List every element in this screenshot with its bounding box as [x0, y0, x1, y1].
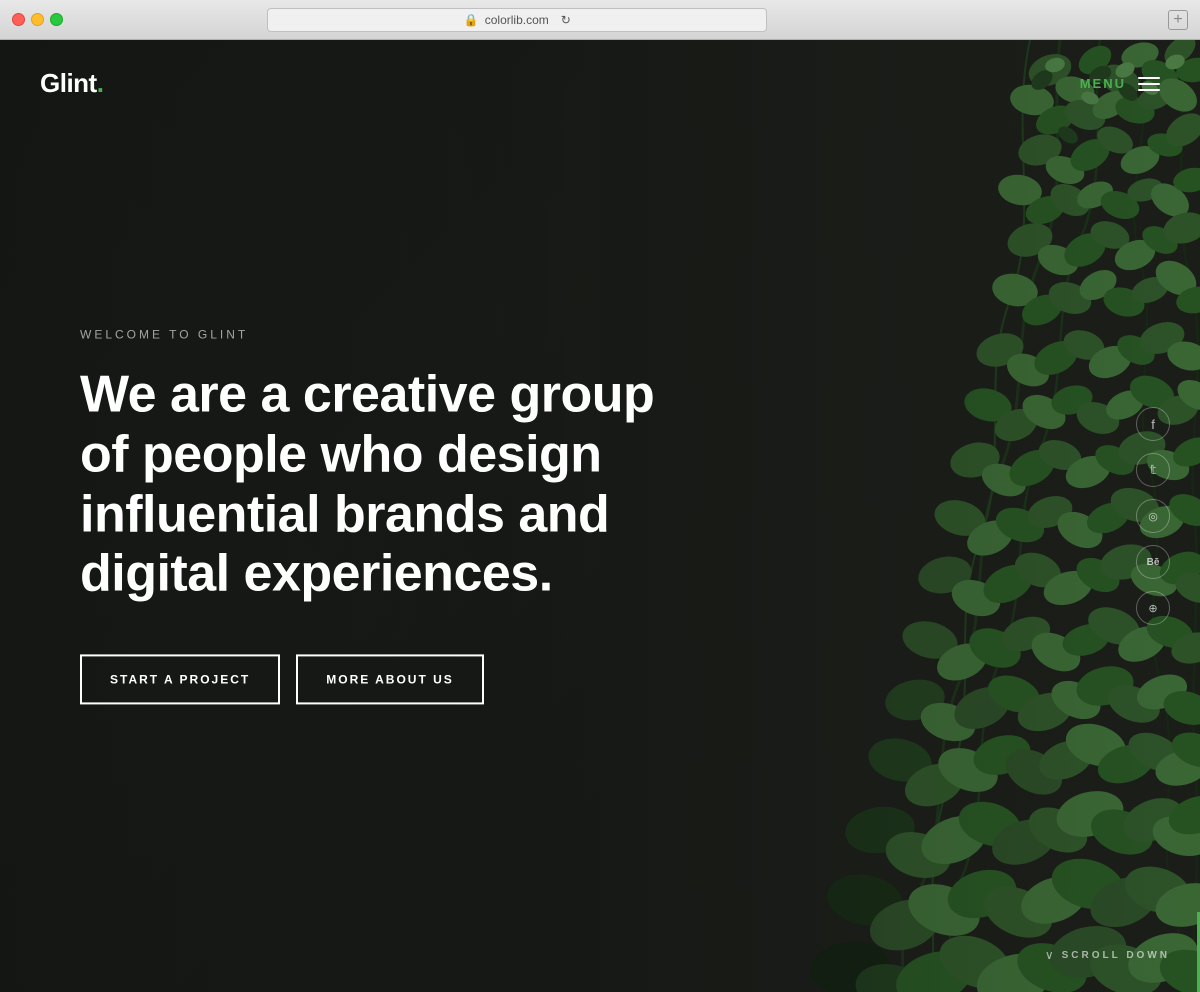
- minimize-button[interactable]: [31, 13, 44, 26]
- address-bar[interactable]: 🔒 colorlib.com ↻: [267, 8, 767, 32]
- more-about-us-button[interactable]: MORE ABOUT US: [296, 655, 484, 705]
- browser-chrome: 🔒 colorlib.com ↻ +: [0, 0, 1200, 40]
- scroll-chevron-icon: ∨: [1045, 948, 1054, 962]
- logo[interactable]: Glint.: [40, 68, 103, 99]
- hero-subtitle: WELCOME TO GLINT: [80, 327, 660, 341]
- lock-icon: 🔒: [464, 13, 479, 27]
- hamburger-line-3: [1138, 89, 1160, 91]
- menu-area[interactable]: MENU: [1080, 76, 1160, 91]
- hamburger-line-2: [1138, 83, 1160, 85]
- facebook-icon[interactable]: f: [1136, 407, 1170, 441]
- scroll-down-text: SCROLL DOWN: [1062, 950, 1170, 961]
- new-tab-button[interactable]: +: [1168, 10, 1188, 30]
- scroll-down[interactable]: ∨ SCROLL DOWN: [1045, 948, 1170, 962]
- behance-icon[interactable]: Bē: [1136, 545, 1170, 579]
- social-icons: f 𝕥 ◎ Bē ⊕: [1136, 407, 1170, 625]
- traffic-lights: [12, 13, 63, 26]
- close-button[interactable]: [12, 13, 25, 26]
- menu-label: MENU: [1080, 76, 1126, 91]
- instagram-icon[interactable]: ◎: [1136, 499, 1170, 533]
- url-text: colorlib.com: [485, 13, 549, 27]
- website-container: Glint. MENU WELCOME TO GLINT We are a cr…: [0, 40, 1200, 992]
- hero-content: WELCOME TO GLINT We are a creative group…: [80, 327, 660, 704]
- start-project-button[interactable]: START A PROJECT: [80, 655, 280, 705]
- hamburger-line-1: [1138, 77, 1160, 79]
- refresh-icon[interactable]: ↻: [561, 13, 571, 27]
- hero-buttons: START A PROJECT MORE ABOUT US: [80, 655, 660, 705]
- twitter-icon[interactable]: 𝕥: [1136, 453, 1170, 487]
- hamburger-menu[interactable]: [1138, 77, 1160, 91]
- navigation: Glint. MENU: [0, 40, 1200, 127]
- maximize-button[interactable]: [50, 13, 63, 26]
- hero-title: We are a creative group of people who de…: [80, 365, 660, 604]
- browser-actions: +: [1168, 10, 1188, 30]
- dribbble-icon[interactable]: ⊕: [1136, 591, 1170, 625]
- logo-text: Glint: [40, 68, 97, 98]
- logo-dot: .: [97, 68, 104, 98]
